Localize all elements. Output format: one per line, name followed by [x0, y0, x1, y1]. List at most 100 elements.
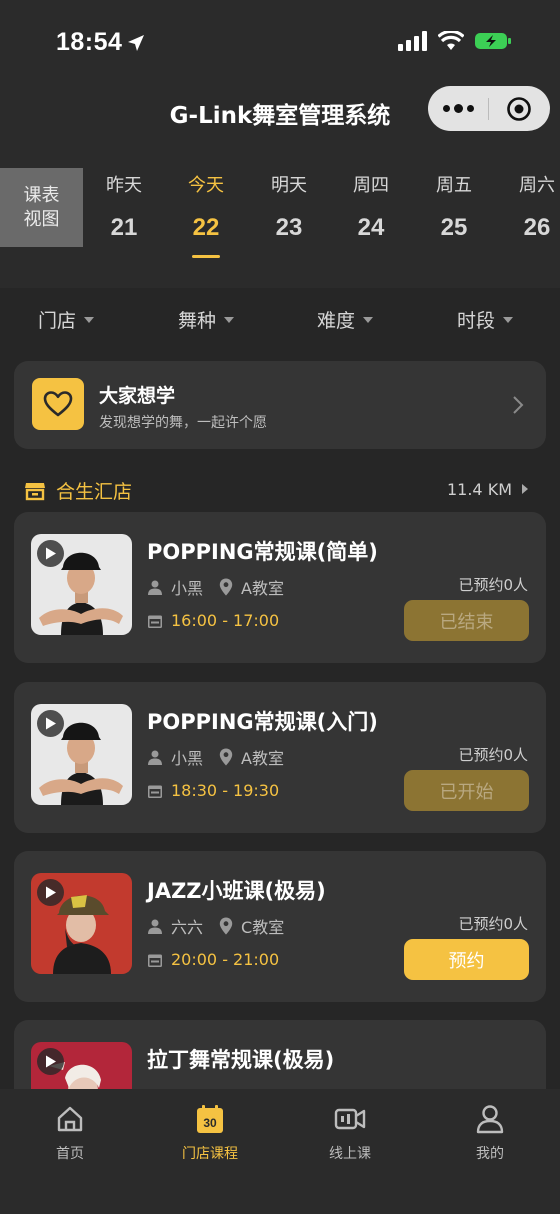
heart-icon	[32, 378, 84, 430]
course-title: POPPING常规课(入门)	[147, 710, 378, 734]
book-button[interactable]: 预约	[404, 939, 529, 980]
tab-day-yesterday[interactable]: 昨天 21	[84, 168, 164, 242]
store-distance[interactable]: 11.4 KM	[447, 480, 528, 499]
person-icon	[147, 918, 163, 934]
store-name: 合生汇店	[56, 481, 133, 503]
filter-label: 时段	[457, 310, 496, 332]
course-thumbnail[interactable]	[31, 873, 132, 974]
play-icon[interactable]	[37, 710, 64, 737]
caret-down-icon	[503, 317, 514, 323]
close-mini-program-button[interactable]	[489, 86, 549, 131]
tab-me[interactable]: 我的	[420, 1103, 560, 1163]
course-title: JAZZ小班课(极易)	[147, 879, 326, 903]
play-icon[interactable]	[37, 540, 64, 567]
tab-day-friday[interactable]: 周五 25	[414, 168, 494, 242]
status-bar: 18:54	[0, 0, 560, 84]
bottom-tab-bar: 首页 30 门店课程 线上课 我的	[0, 1089, 560, 1214]
filter-difficulty[interactable]: 难度	[317, 306, 374, 333]
tab-day-tomorrow[interactable]: 明天 23	[249, 168, 329, 242]
tab-label: 门店课程	[182, 1146, 238, 1162]
day-name: 昨天	[106, 175, 142, 196]
day-name: 周六	[519, 175, 555, 196]
calendar-icon	[147, 783, 163, 799]
status-time: 18:54	[56, 28, 146, 57]
teacher-name: 六六	[171, 918, 204, 937]
tab-label: 线上课	[329, 1146, 371, 1162]
tab-label: 我的	[476, 1146, 504, 1162]
course-thumbnail[interactable]	[31, 704, 132, 805]
date-tabs: 课表视图 昨天 21 今天 22 明天 23 周四 24 周五 25 周六 26	[0, 168, 560, 288]
calendar-icon	[147, 952, 163, 968]
location-pin-icon	[219, 917, 233, 935]
wifi-icon	[438, 31, 464, 50]
wish-card[interactable]: 大家想学 发现想学的舞，一起许个愿	[14, 361, 546, 449]
room-name: C教室	[241, 918, 285, 937]
course-card[interactable]: POPPING常规课(入门) 小黑 A教室 18:30 - 19:30 已预约0…	[14, 682, 546, 833]
distance-value: 11.4 KM	[446, 480, 512, 499]
tab-home[interactable]: 首页	[0, 1103, 140, 1163]
more-menu-button[interactable]	[428, 86, 488, 131]
day-number: 23	[275, 214, 303, 241]
schedule-view-button[interactable]: 课表视图	[0, 168, 83, 247]
course-status-button[interactable]: 已开始	[404, 770, 529, 811]
person-icon	[147, 749, 163, 765]
caret-down-icon	[84, 317, 95, 323]
day-name: 周五	[436, 175, 472, 196]
store-header[interactable]: 合生汇店	[24, 477, 132, 504]
course-title: POPPING常规课(简单)	[147, 540, 378, 564]
store-icon	[25, 482, 45, 500]
tab-store-courses[interactable]: 30 门店课程	[140, 1103, 280, 1163]
booked-count: 已预约0人	[458, 915, 528, 933]
user-icon	[420, 1103, 560, 1135]
room-name: A教室	[241, 579, 284, 598]
caret-down-icon	[224, 317, 235, 323]
filter-bar: 门店 舞种 难度 时段	[0, 288, 560, 348]
filter-dance-style[interactable]: 舞种	[178, 306, 235, 333]
filter-time-slot[interactable]: 时段	[457, 306, 514, 333]
wish-title: 大家想学	[99, 385, 176, 407]
course-time: 20:00 - 21:00	[147, 950, 279, 969]
course-thumbnail[interactable]	[31, 534, 132, 635]
course-meta: 小黑 A教室	[147, 575, 284, 599]
tab-day-today[interactable]: 今天 22	[166, 168, 246, 258]
signal-icon	[398, 31, 427, 51]
calendar-icon: 30	[140, 1103, 280, 1135]
tab-day-saturday[interactable]: 周六 26	[497, 168, 560, 242]
tab-online-class[interactable]: 线上课	[280, 1103, 420, 1163]
day-number: 25	[440, 214, 468, 241]
caret-right-icon	[522, 484, 528, 494]
day-number: 21	[110, 214, 138, 241]
day-name: 明天	[271, 175, 307, 196]
filter-label: 舞种	[178, 310, 217, 332]
play-icon[interactable]	[37, 879, 64, 906]
caret-down-icon	[363, 317, 374, 323]
course-title: 拉丁舞常规课(极易)	[147, 1048, 335, 1072]
chevron-right-icon	[513, 396, 524, 414]
battery-charging-icon	[475, 33, 511, 49]
booked-count: 已预约0人	[458, 746, 528, 764]
time-range: 16:00 - 17:00	[171, 611, 280, 630]
active-tab-indicator	[192, 255, 220, 258]
time-range: 20:00 - 21:00	[171, 950, 280, 969]
course-status-button[interactable]: 已结束	[404, 600, 529, 641]
tab-day-thursday[interactable]: 周四 24	[331, 168, 411, 242]
video-icon	[280, 1103, 420, 1135]
room-name: A教室	[241, 749, 284, 768]
filter-label: 门店	[38, 310, 77, 332]
course-meta: 六六 C教室	[147, 914, 284, 938]
booked-count: 已预约0人	[458, 576, 528, 594]
status-icons	[398, 31, 512, 51]
play-icon[interactable]	[37, 1048, 64, 1075]
course-time: 16:00 - 17:00	[147, 611, 279, 630]
wish-subtitle: 发现想学的舞，一起许个愿	[99, 415, 267, 431]
day-name: 今天	[188, 175, 224, 196]
day-number: 26	[523, 214, 551, 241]
course-card[interactable]: JAZZ小班课(极易) 六六 C教室 20:00 - 21:00 已预约0人 预…	[14, 851, 546, 1002]
tab-label: 首页	[56, 1146, 84, 1162]
filter-store[interactable]: 门店	[38, 306, 95, 333]
location-pin-icon	[219, 748, 233, 766]
course-card[interactable]: POPPING常规课(简单) 小黑 A教室 16:00 - 17:00 已预约0…	[14, 512, 546, 663]
schedule-view-label: 课表视图	[23, 184, 60, 230]
filter-label: 难度	[317, 310, 356, 332]
person-icon	[147, 579, 163, 595]
